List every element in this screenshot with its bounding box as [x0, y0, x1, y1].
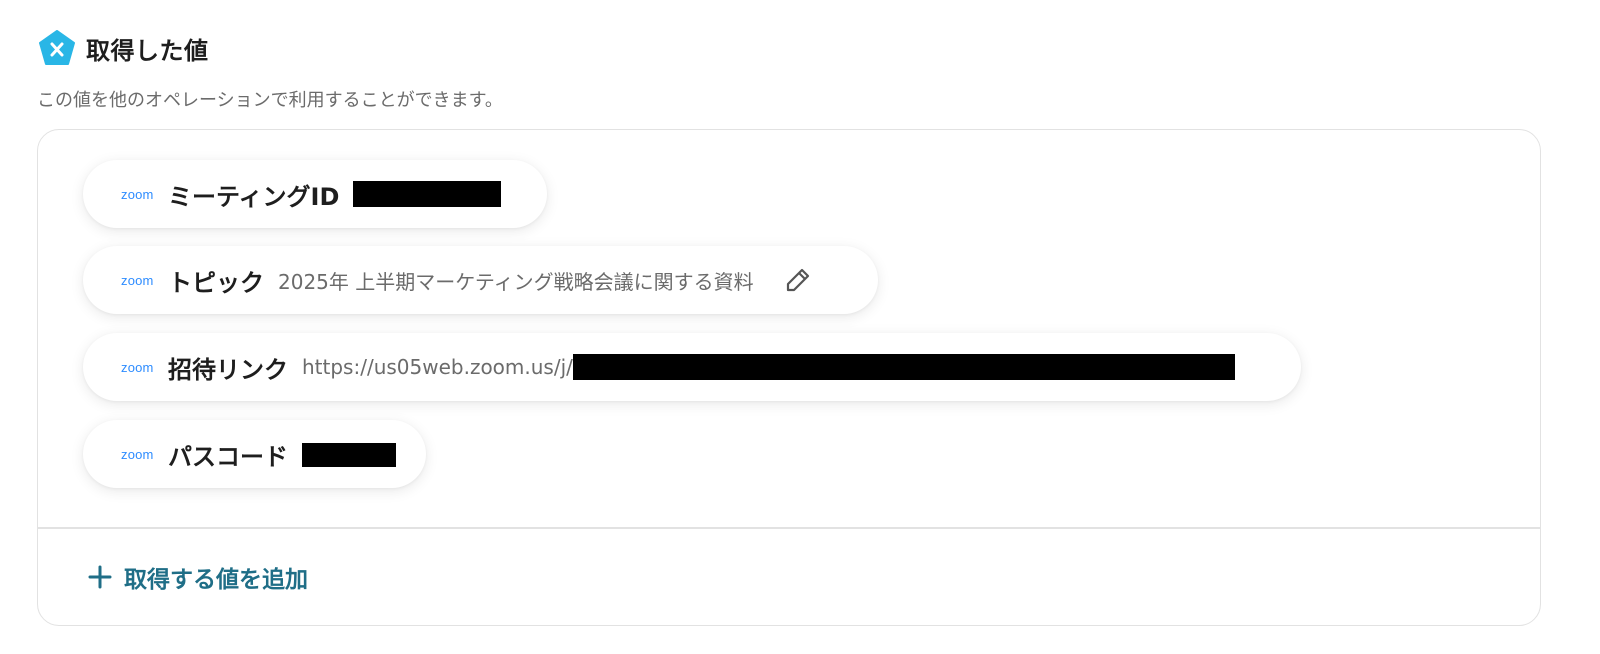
- section-description: この値を他のオペレーションで利用することができます。: [37, 90, 503, 111]
- add-value-button[interactable]: 取得する値を追加: [88, 560, 308, 594]
- value-chip-topic[interactable]: zoom トピック 2025年 上半期マーケティング戦略会議に関する資料: [83, 246, 878, 314]
- zoom-logo-icon: zoom: [121, 272, 154, 288]
- zoom-logo-icon: zoom: [121, 186, 154, 202]
- section-header: 取得した値: [38, 30, 209, 66]
- values-list: zoom ミーティングID zoom トピック 2025年 上半期マーケティング…: [38, 130, 1540, 528]
- value-text: 2025年 上半期マーケティング戦略会議に関する資料: [278, 269, 754, 294]
- variable-x-icon: [39, 30, 75, 65]
- redacted-block: [572, 354, 1235, 380]
- plus-icon: [88, 565, 112, 589]
- value-text: https://us05web.zoom.us/j/: [302, 354, 1235, 380]
- redacted-block: [353, 181, 502, 208]
- value-label: トピック: [168, 268, 264, 297]
- redacted-block: [302, 442, 396, 467]
- value-label: パスコード: [168, 442, 288, 471]
- value-label: ミーティングID: [168, 182, 340, 211]
- value-chip-invite-link[interactable]: zoom 招待リンク https://us05web.zoom.us/j/: [83, 333, 1301, 401]
- section-title: 取得した値: [86, 36, 209, 65]
- zoom-logo-icon: zoom: [121, 359, 154, 375]
- value-url-prefix: https://us05web.zoom.us/j/: [302, 355, 573, 379]
- zoom-logo-icon: zoom: [121, 446, 154, 462]
- value-chip-passcode[interactable]: zoom パスコード: [83, 420, 426, 488]
- panel-divider: [38, 527, 1540, 529]
- value-label: 招待リンク: [168, 355, 288, 384]
- page: 取得した値 この値を他のオペレーションで利用することができます。 zoom ミー…: [0, 0, 1600, 654]
- value-text: [353, 181, 502, 208]
- values-panel: zoom ミーティングID zoom トピック 2025年 上半期マーケティング…: [37, 129, 1541, 626]
- value-text: [302, 441, 396, 467]
- pencil-edit-icon[interactable]: [784, 266, 812, 294]
- add-value-label: 取得する値を追加: [124, 567, 308, 593]
- value-chip-meeting-id[interactable]: zoom ミーティングID: [83, 160, 547, 228]
